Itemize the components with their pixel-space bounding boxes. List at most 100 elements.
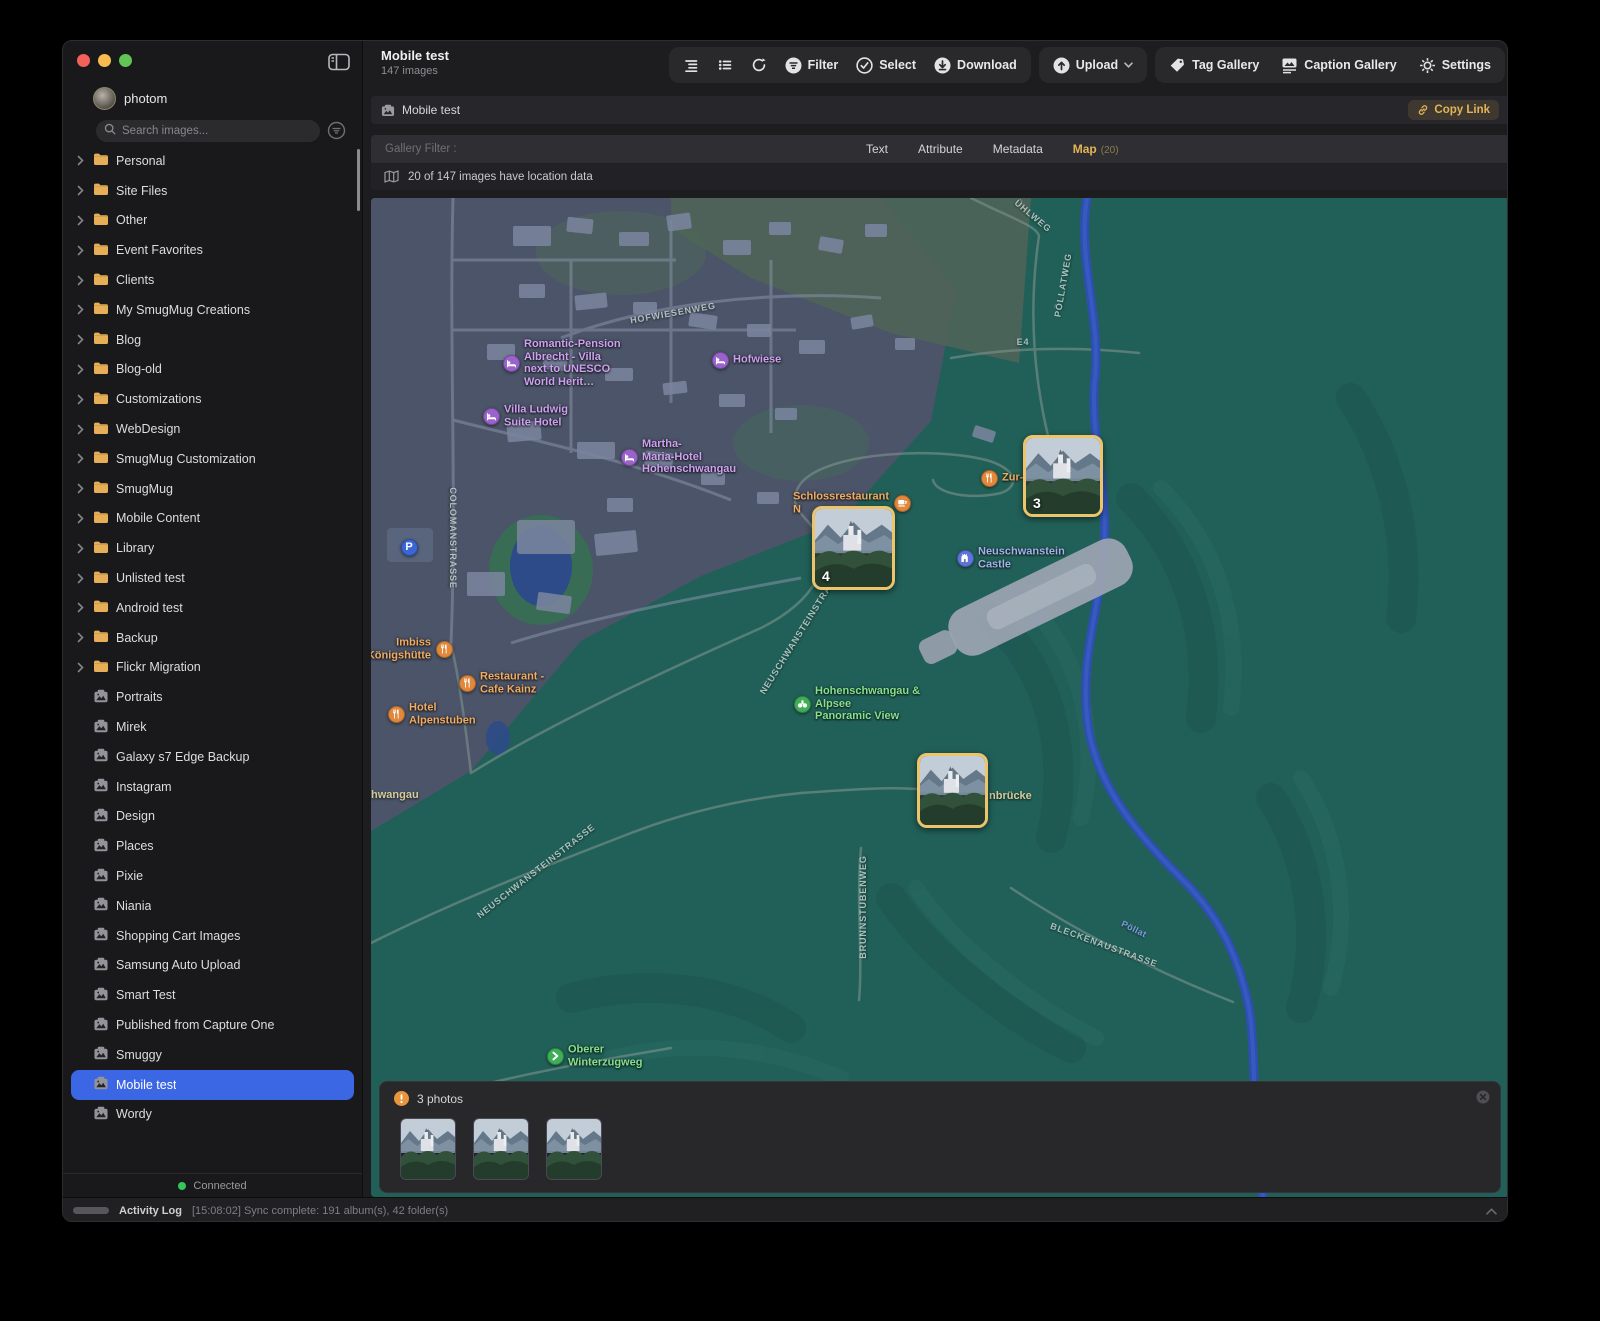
chevron-right-icon[interactable]: [77, 662, 86, 673]
search-filter-icon[interactable]: [327, 121, 346, 140]
sidebar-gallery-shopping-cart-images[interactable]: Shopping Cart Images: [63, 921, 362, 951]
hotel-icon: [503, 355, 520, 372]
sidebar-gallery-portraits[interactable]: Portraits: [63, 682, 362, 712]
zoom-window-button[interactable]: [119, 54, 132, 67]
sidebar-gallery-mobile-test[interactable]: Mobile test: [71, 1070, 354, 1100]
map-marker-label: Hohenschwangau & Alpsee Panoramic View: [815, 685, 920, 723]
outline-list-view-button[interactable]: [683, 57, 699, 73]
sidebar-folder-blog[interactable]: Blog: [63, 325, 362, 355]
chevron-right-icon[interactable]: [77, 245, 86, 256]
upload-button[interactable]: Upload: [1053, 57, 1133, 74]
chevron-right-icon[interactable]: [77, 573, 86, 584]
chevron-right-icon[interactable]: [77, 602, 86, 613]
sidebar-gallery-mirek[interactable]: Mirek: [63, 712, 362, 742]
sidebar-gallery-galaxy-s7-edge-backup[interactable]: Galaxy s7 Edge Backup: [63, 742, 362, 772]
chevron-right-icon[interactable]: [77, 453, 86, 464]
chevron-right-icon[interactable]: [77, 275, 86, 286]
refresh-button[interactable]: [751, 57, 767, 73]
sidebar-folder-flickr-migration[interactable]: Flickr Migration: [63, 653, 362, 683]
filter-tab-metadata[interactable]: Metadata: [993, 142, 1043, 156]
sidebar-folder-customizations[interactable]: Customizations: [63, 384, 362, 414]
sidebar-gallery-niania[interactable]: Niania: [63, 891, 362, 921]
chevron-right-icon[interactable]: [77, 334, 86, 345]
sidebar-item-label: Mirek: [116, 720, 147, 734]
settings-button[interactable]: Settings: [1419, 57, 1491, 74]
caption-gallery-button[interactable]: Caption Gallery: [1281, 57, 1396, 74]
sidebar-folder-smugmug[interactable]: SmugMug: [63, 474, 362, 504]
activity-log-message: [15:08:02] Sync complete: 191 album(s), …: [192, 1205, 448, 1217]
minimize-window-button[interactable]: [98, 54, 111, 67]
sidebar-toggle-icon[interactable]: [328, 53, 350, 71]
breadcrumb-item[interactable]: Mobile test: [381, 103, 460, 117]
location-info-text: 20 of 147 images have location data: [408, 171, 593, 183]
sidebar-gallery-wordy[interactable]: Wordy: [63, 1100, 362, 1130]
filter-tab-map[interactable]: Map(20): [1073, 142, 1119, 156]
map-marker-label: Villa Ludwig Suite Hotel: [504, 403, 568, 428]
sidebar-folder-webdesign[interactable]: WebDesign: [63, 414, 362, 444]
gallery-icon: [93, 838, 109, 855]
folder-icon: [93, 629, 109, 646]
sidebar-folder-mobile-content[interactable]: Mobile Content: [63, 504, 362, 534]
chevron-right-icon[interactable]: [77, 364, 86, 375]
sidebar-folder-clients[interactable]: Clients: [63, 265, 362, 295]
avatar[interactable]: [93, 87, 116, 110]
sidebar-gallery-samsung-auto-upload[interactable]: Samsung Auto Upload: [63, 951, 362, 981]
chevron-right-icon[interactable]: [77, 394, 86, 405]
chevron-right-icon[interactable]: [77, 155, 86, 166]
chevron-right-icon[interactable]: [77, 424, 86, 435]
sidebar-gallery-places[interactable]: Places: [63, 831, 362, 861]
gallery-icon: [93, 748, 109, 765]
filter-tab-text[interactable]: Text: [866, 142, 888, 156]
sidebar-folder-backup[interactable]: Backup: [63, 623, 362, 653]
filter-button[interactable]: Filter: [785, 57, 839, 74]
photo-thumbnail[interactable]: [546, 1118, 602, 1180]
tag-gallery-button[interactable]: Tag Gallery: [1169, 57, 1259, 74]
photo-cluster-marker[interactable]: 3: [1023, 435, 1103, 517]
sidebar-folder-unlisted-test[interactable]: Unlisted test: [63, 563, 362, 593]
photo-thumbnail[interactable]: [473, 1118, 529, 1180]
chevron-right-icon[interactable]: [77, 483, 86, 494]
sidebar-gallery-smart-test[interactable]: Smart Test: [63, 980, 362, 1010]
close-icon[interactable]: [1476, 1090, 1490, 1109]
sidebar-folder-android-test[interactable]: Android test: [63, 593, 362, 623]
filter-tab-attribute[interactable]: Attribute: [918, 142, 963, 156]
sidebar-folder-blog-old[interactable]: Blog-old: [63, 355, 362, 385]
map-marker-label: Hotel Alpenstuben: [409, 701, 476, 726]
sidebar-item-label: Pixie: [116, 869, 143, 883]
chevron-up-icon[interactable]: [1486, 1202, 1497, 1220]
chevron-right-icon[interactable]: [77, 185, 86, 196]
gallery-icon: [93, 808, 109, 825]
chevron-right-icon[interactable]: [77, 543, 86, 554]
chevron-right-icon[interactable]: [77, 632, 86, 643]
photo-cluster-marker[interactable]: 4: [812, 506, 895, 590]
sidebar-item-label: Places: [116, 839, 154, 853]
sidebar-item-label: Wordy: [116, 1107, 152, 1121]
search-box[interactable]: [96, 120, 320, 142]
sidebar-gallery-instagram[interactable]: Instagram: [63, 772, 362, 802]
sidebar-folder-library[interactable]: Library: [63, 533, 362, 563]
sidebar-folder-smugmug-customization[interactable]: SmugMug Customization: [63, 444, 362, 474]
close-window-button[interactable]: [77, 54, 90, 67]
gallery-title-block: Mobile test 147 images: [381, 48, 449, 77]
drag-handle[interactable]: [73, 1207, 109, 1214]
search-input[interactable]: [122, 125, 292, 137]
chevron-right-icon[interactable]: [77, 215, 86, 226]
copy-link-button[interactable]: Copy Link: [1408, 100, 1499, 120]
photo-thumbnail[interactable]: [400, 1118, 456, 1180]
bullet-list-view-button[interactable]: [717, 57, 733, 73]
sidebar-folder-personal[interactable]: Personal: [63, 146, 362, 176]
sidebar-folder-site-files[interactable]: Site Files: [63, 176, 362, 206]
sidebar-folder-my-smugmug-creations[interactable]: My SmugMug Creations: [63, 295, 362, 325]
photo-cluster-marker[interactable]: [917, 753, 988, 828]
select-button[interactable]: Select: [856, 57, 916, 74]
sidebar-folder-event-favorites[interactable]: Event Favorites: [63, 235, 362, 265]
sidebar-gallery-pixie[interactable]: Pixie: [63, 861, 362, 891]
sidebar-gallery-published-from-capture-one[interactable]: Published from Capture One: [63, 1010, 362, 1040]
sidebar-gallery-smuggy[interactable]: Smuggy: [63, 1040, 362, 1070]
download-button[interactable]: Download: [934, 57, 1017, 74]
map-view[interactable]: HOFWIESENWEGCOLOMANSTRASSENEUSCHWANSTEIN…: [371, 198, 1508, 1197]
chevron-right-icon[interactable]: [77, 304, 86, 315]
sidebar-folder-other[interactable]: Other: [63, 206, 362, 236]
sidebar-gallery-design[interactable]: Design: [63, 802, 362, 832]
chevron-right-icon[interactable]: [77, 513, 86, 524]
